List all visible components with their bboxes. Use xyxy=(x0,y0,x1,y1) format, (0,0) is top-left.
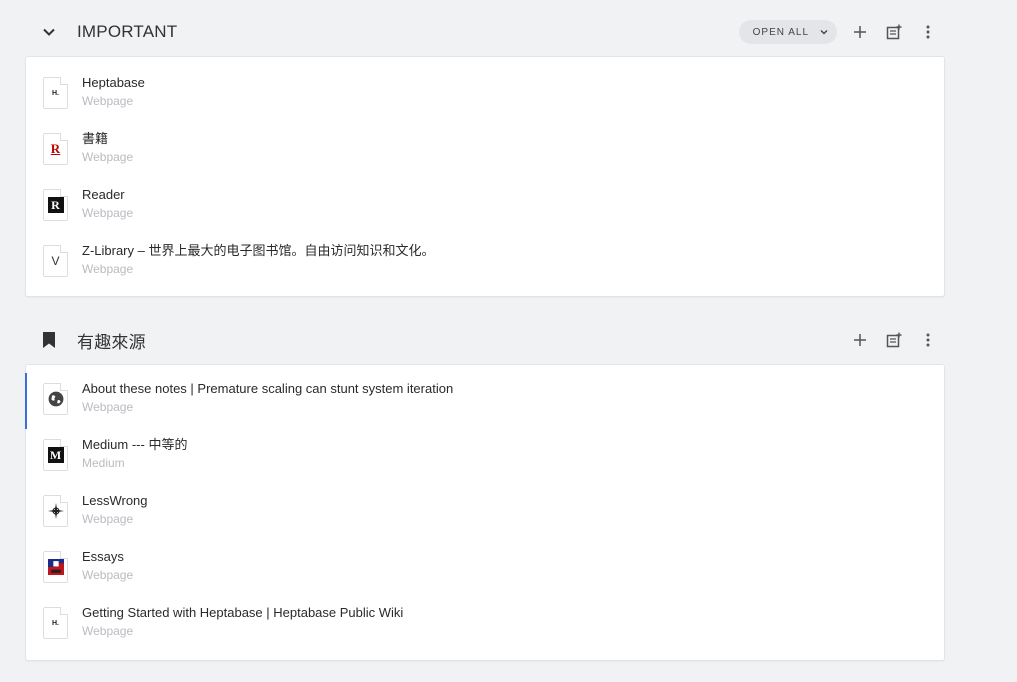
item-title: Medium --- 中等的 xyxy=(82,437,188,452)
item-subtitle: Webpage xyxy=(82,150,134,164)
doc-icon xyxy=(43,551,68,583)
item-title: Z-Library – 世界上最大的电子图书馆。自由访问知识和文化。 xyxy=(82,243,435,258)
item-subtitle: Webpage xyxy=(82,512,134,526)
item-title: Heptabase xyxy=(82,75,145,90)
add-button[interactable] xyxy=(843,15,877,49)
group-header: 有趣來源 xyxy=(25,316,945,364)
item-title: LessWrong xyxy=(82,493,148,508)
rakuten-icon: R xyxy=(50,141,61,156)
more-vertical-icon xyxy=(926,333,930,347)
item-subtitle: Medium xyxy=(82,456,125,470)
page: IMPORTANT OPEN ALL H. Heptabase Webpage … xyxy=(0,0,1017,682)
add-note-icon xyxy=(886,332,902,348)
lesswrong-star-icon xyxy=(47,503,64,519)
item-title: Reader xyxy=(82,187,125,202)
group-actions: OPEN ALL xyxy=(738,8,945,56)
item-subtitle: Webpage xyxy=(82,262,134,276)
list-item[interactable]: Essays Webpage xyxy=(26,541,944,597)
list-item[interactable]: H. Heptabase Webpage xyxy=(26,67,944,123)
list-item[interactable]: R 書籍 Webpage xyxy=(26,123,944,179)
group-title: 有趣來源 xyxy=(77,332,146,352)
reader-icon: R xyxy=(47,197,64,213)
more-button[interactable] xyxy=(911,323,945,357)
heptabase-icon: H. xyxy=(52,619,59,627)
doc-icon: R xyxy=(43,189,68,221)
open-all-button[interactable]: OPEN ALL xyxy=(738,20,837,44)
add-to-board-button[interactable] xyxy=(877,323,911,357)
list-item[interactable]: H. Getting Started with Heptabase | Hept… xyxy=(26,597,944,653)
heptabase-icon: H. xyxy=(52,89,59,97)
bookmark-icon xyxy=(43,332,55,348)
essays-icon xyxy=(47,559,64,575)
doc-icon: V xyxy=(43,245,68,277)
item-title: Essays xyxy=(82,549,124,564)
list-item[interactable]: R Reader Webpage xyxy=(26,179,944,235)
item-subtitle: Webpage xyxy=(82,568,134,582)
doc-icon xyxy=(43,383,68,415)
item-subtitle: Webpage xyxy=(82,94,134,108)
doc-icon: R xyxy=(43,133,68,165)
item-subtitle: Webpage xyxy=(82,400,134,414)
doc-icon xyxy=(43,495,68,527)
open-all-label: OPEN ALL xyxy=(752,26,809,38)
add-note-icon xyxy=(886,24,902,40)
group-actions xyxy=(843,316,945,364)
group-icon xyxy=(21,316,77,364)
item-list: About these notes | Premature scaling ca… xyxy=(25,364,945,661)
item-subtitle: Webpage xyxy=(82,206,134,220)
list-item[interactable]: M Medium --- 中等的 Medium xyxy=(26,429,944,485)
item-title: 書籍 xyxy=(82,131,109,146)
collapse-toggle[interactable] xyxy=(21,8,77,56)
more-vertical-icon xyxy=(926,25,930,39)
add-to-board-button[interactable] xyxy=(877,15,911,49)
group-title: IMPORTANT xyxy=(77,22,178,41)
item-list: H. Heptabase Webpage R 書籍 Webpage R Read… xyxy=(25,56,945,297)
group-important: IMPORTANT OPEN ALL H. Heptabase Webpage … xyxy=(25,8,945,297)
doc-icon: H. xyxy=(43,607,68,639)
more-button[interactable] xyxy=(911,15,945,49)
item-subtitle: Webpage xyxy=(82,624,134,638)
chevron-down-icon xyxy=(820,30,828,35)
medium-icon: M xyxy=(47,447,64,463)
group-header: IMPORTANT OPEN ALL xyxy=(25,8,945,56)
group-interesting-sources: 有趣來源 About these notes | Premature scali… xyxy=(25,316,945,661)
globe-icon xyxy=(48,391,63,407)
doc-icon: M xyxy=(43,439,68,471)
zlibrary-icon: V xyxy=(51,254,60,268)
list-item[interactable]: About these notes | Premature scaling ca… xyxy=(25,373,944,429)
list-item[interactable]: V Z-Library – 世界上最大的电子图书馆。自由访问知识和文化。 Web… xyxy=(26,235,944,291)
plus-icon xyxy=(854,26,866,38)
plus-icon xyxy=(854,334,866,346)
item-title: Getting Started with Heptabase | Heptaba… xyxy=(82,605,404,620)
list-item[interactable]: LessWrong Webpage xyxy=(26,485,944,541)
chevron-down-icon xyxy=(43,28,55,36)
doc-icon: H. xyxy=(43,77,68,109)
item-title: About these notes | Premature scaling ca… xyxy=(82,381,454,396)
add-button[interactable] xyxy=(843,323,877,357)
